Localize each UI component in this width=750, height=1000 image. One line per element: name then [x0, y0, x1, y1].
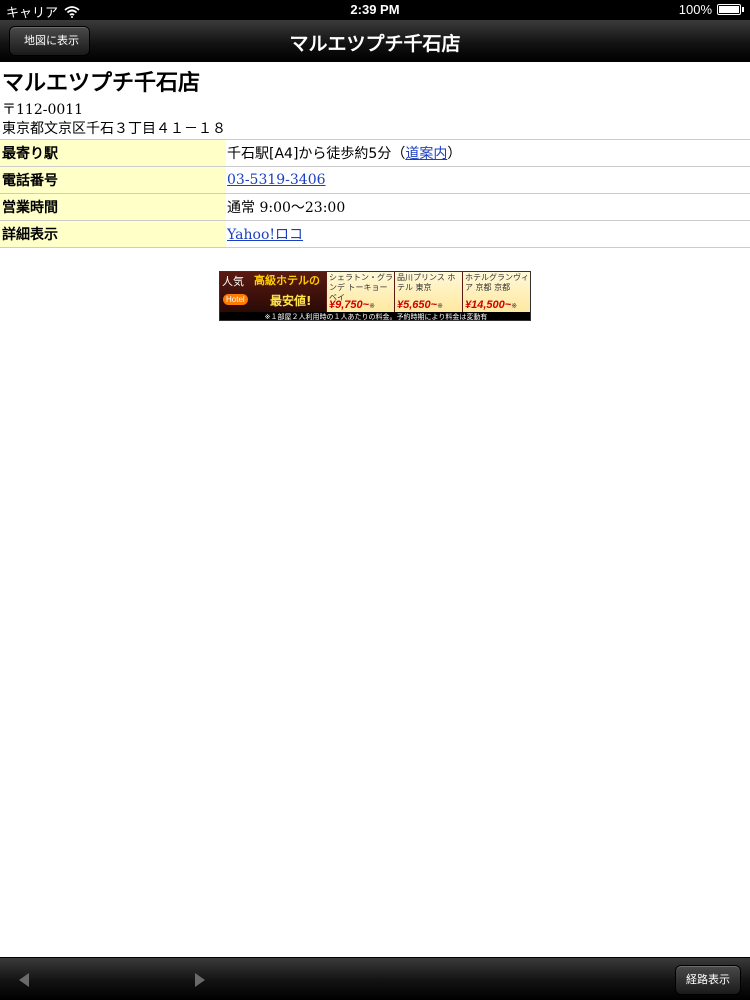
- hotel-price: ¥9,750~※: [329, 299, 375, 311]
- info-table: 最寄り駅 千石駅[A4]から徒歩約5分（道案内） 電話番号 03-5319-34…: [0, 139, 750, 248]
- bottom-toolbar: 経路表示: [0, 957, 750, 1000]
- shop-name: マルエツプチ千石店: [2, 71, 201, 96]
- yahoo-loco-link[interactable]: Yahoo!ロコ: [227, 227, 303, 243]
- navigation-bar: 地図に表示 マルエツプチ千石店: [0, 20, 750, 62]
- hotel-price: ¥14,500~※: [465, 299, 518, 311]
- hotel-banner-ad[interactable]: 人気 高級ホテルの Hotel 最安値! シェラトン・グランデ トーキョーベイ …: [219, 271, 531, 321]
- station-text: 千石駅[A4]から徒歩約5分（: [227, 146, 406, 162]
- banner-headline-1: 人気: [222, 275, 244, 288]
- station-value: 千石駅[A4]から徒歩約5分（道案内）: [226, 139, 750, 167]
- status-bar: キャリア 2:39 PM 100%: [0, 0, 750, 20]
- hours-value: 通常 9:00〜23:00: [226, 193, 750, 221]
- details-label: 詳細表示: [0, 220, 226, 248]
- forward-arrow-icon[interactable]: [188, 968, 212, 992]
- table-row: 電話番号 03-5319-3406: [0, 166, 750, 194]
- hotel-logo: Hotel: [223, 294, 248, 305]
- shop-address: 東京都文京区千石３丁目４１－１８: [2, 121, 226, 137]
- banner-hotel-2: 品川プリンス ホテル 東京 ¥5,650~※: [394, 272, 462, 312]
- banner-hotel-3: ホテルグランヴィア 京都 京都 ¥14,500~※: [462, 272, 530, 312]
- main-content: マルエツプチ千石店 〒112-0011 東京都文京区千石３丁目４１－１８ 最寄り…: [0, 63, 750, 248]
- battery-icon: [717, 4, 741, 15]
- banner-footnote: ※１部屋２人利用時の１人あたりの料金。予約時期により料金は変動有: [264, 313, 488, 321]
- directions-link[interactable]: 道案内: [405, 146, 447, 162]
- battery-percent: 100%: [678, 2, 712, 17]
- details-value: Yahoo!ロコ: [226, 220, 750, 248]
- hotel-price: ¥5,650~※: [397, 299, 443, 311]
- back-arrow-icon[interactable]: [12, 968, 36, 992]
- postal-code: 〒112-0011: [2, 102, 84, 118]
- table-row: 営業時間 通常 9:00〜23:00: [0, 193, 750, 221]
- banner-headline: 人気 高級ホテルの Hotel 最安値!: [220, 272, 326, 312]
- banner-hotel-1: シェラトン・グランデ トーキョーベイ ¥9,750~※: [326, 272, 394, 312]
- banner-headline-2: 高級ホテルの: [254, 274, 320, 287]
- phone-label: 電話番号: [0, 166, 226, 194]
- hours-label: 営業時間: [0, 193, 226, 221]
- station-after: ）: [447, 146, 462, 162]
- phone-link[interactable]: 03-5319-3406: [227, 172, 326, 188]
- clock: 2:39 PM: [350, 2, 400, 17]
- route-button[interactable]: 経路表示: [675, 965, 741, 995]
- station-label: 最寄り駅: [0, 139, 226, 167]
- hotel-name: ホテルグランヴィア 京都 京都: [465, 273, 529, 292]
- table-row: 最寄り駅 千石駅[A4]から徒歩約5分（道案内）: [0, 139, 750, 167]
- page-title: マルエツプチ千石店: [289, 33, 461, 55]
- hotel-name: 品川プリンス ホテル 東京: [397, 273, 456, 292]
- battery-indicator: 100%: [679, 2, 744, 17]
- table-row: 詳細表示 Yahoo!ロコ: [0, 220, 750, 248]
- phone-value: 03-5319-3406: [226, 166, 750, 194]
- banner-headline-3: 最安値!: [270, 294, 312, 308]
